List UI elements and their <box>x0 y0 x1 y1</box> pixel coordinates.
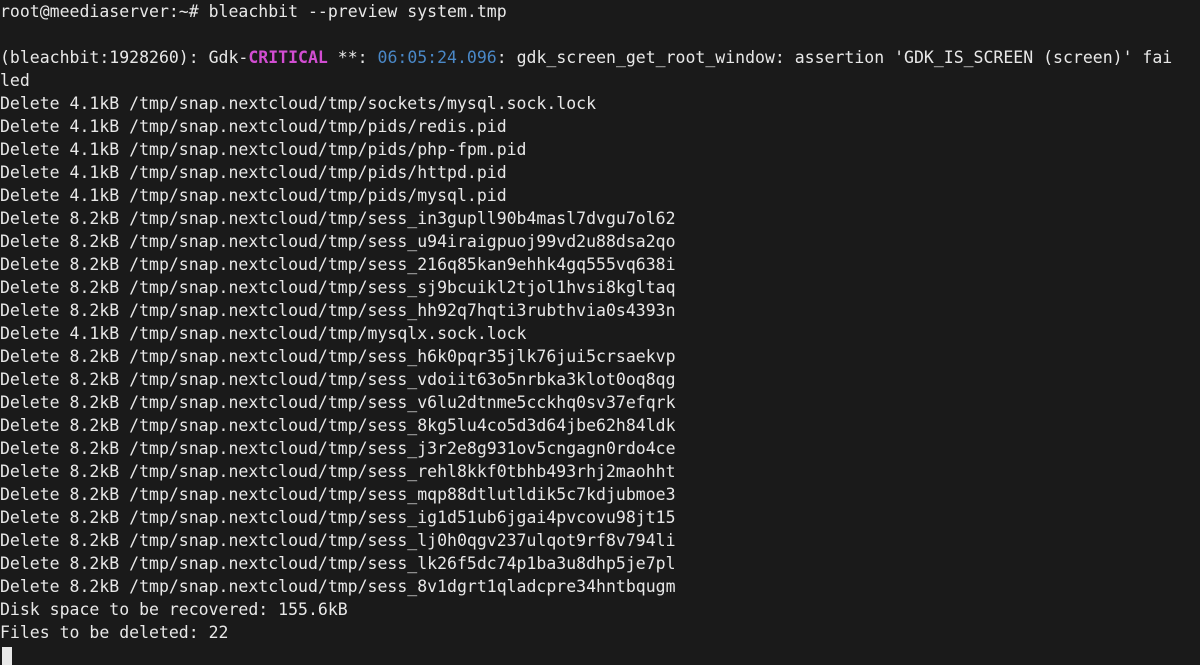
warning-wrap: led <box>0 71 30 90</box>
warning-critical: CRITICAL <box>248 48 327 67</box>
warning-message: : gdk_screen_get_root_window: assertion … <box>497 48 1173 67</box>
summary-disk-value: 155.6kB <box>278 600 348 619</box>
summary-files-label: Files to be deleted: <box>0 623 209 642</box>
terminal-output[interactable]: root@meediaserver:~# bleachbit --preview… <box>0 0 1200 665</box>
delete-lines: Delete 4.1kB /tmp/snap.nextcloud/tmp/soc… <box>0 92 1200 598</box>
summary-files-value: 22 <box>209 623 229 642</box>
command-text: bleachbit --preview system.tmp <box>209 2 507 21</box>
summary-disk-label: Disk space to be recovered: <box>0 600 278 619</box>
shell-prompt: root@meediaserver:~# <box>0 2 209 21</box>
warning-timestamp: 06:05:24.096 <box>378 48 497 67</box>
warning-prefix: (bleachbit:1928260): Gdk- <box>0 48 248 67</box>
warning-mid: **: <box>328 48 378 67</box>
cursor-icon <box>2 647 12 665</box>
